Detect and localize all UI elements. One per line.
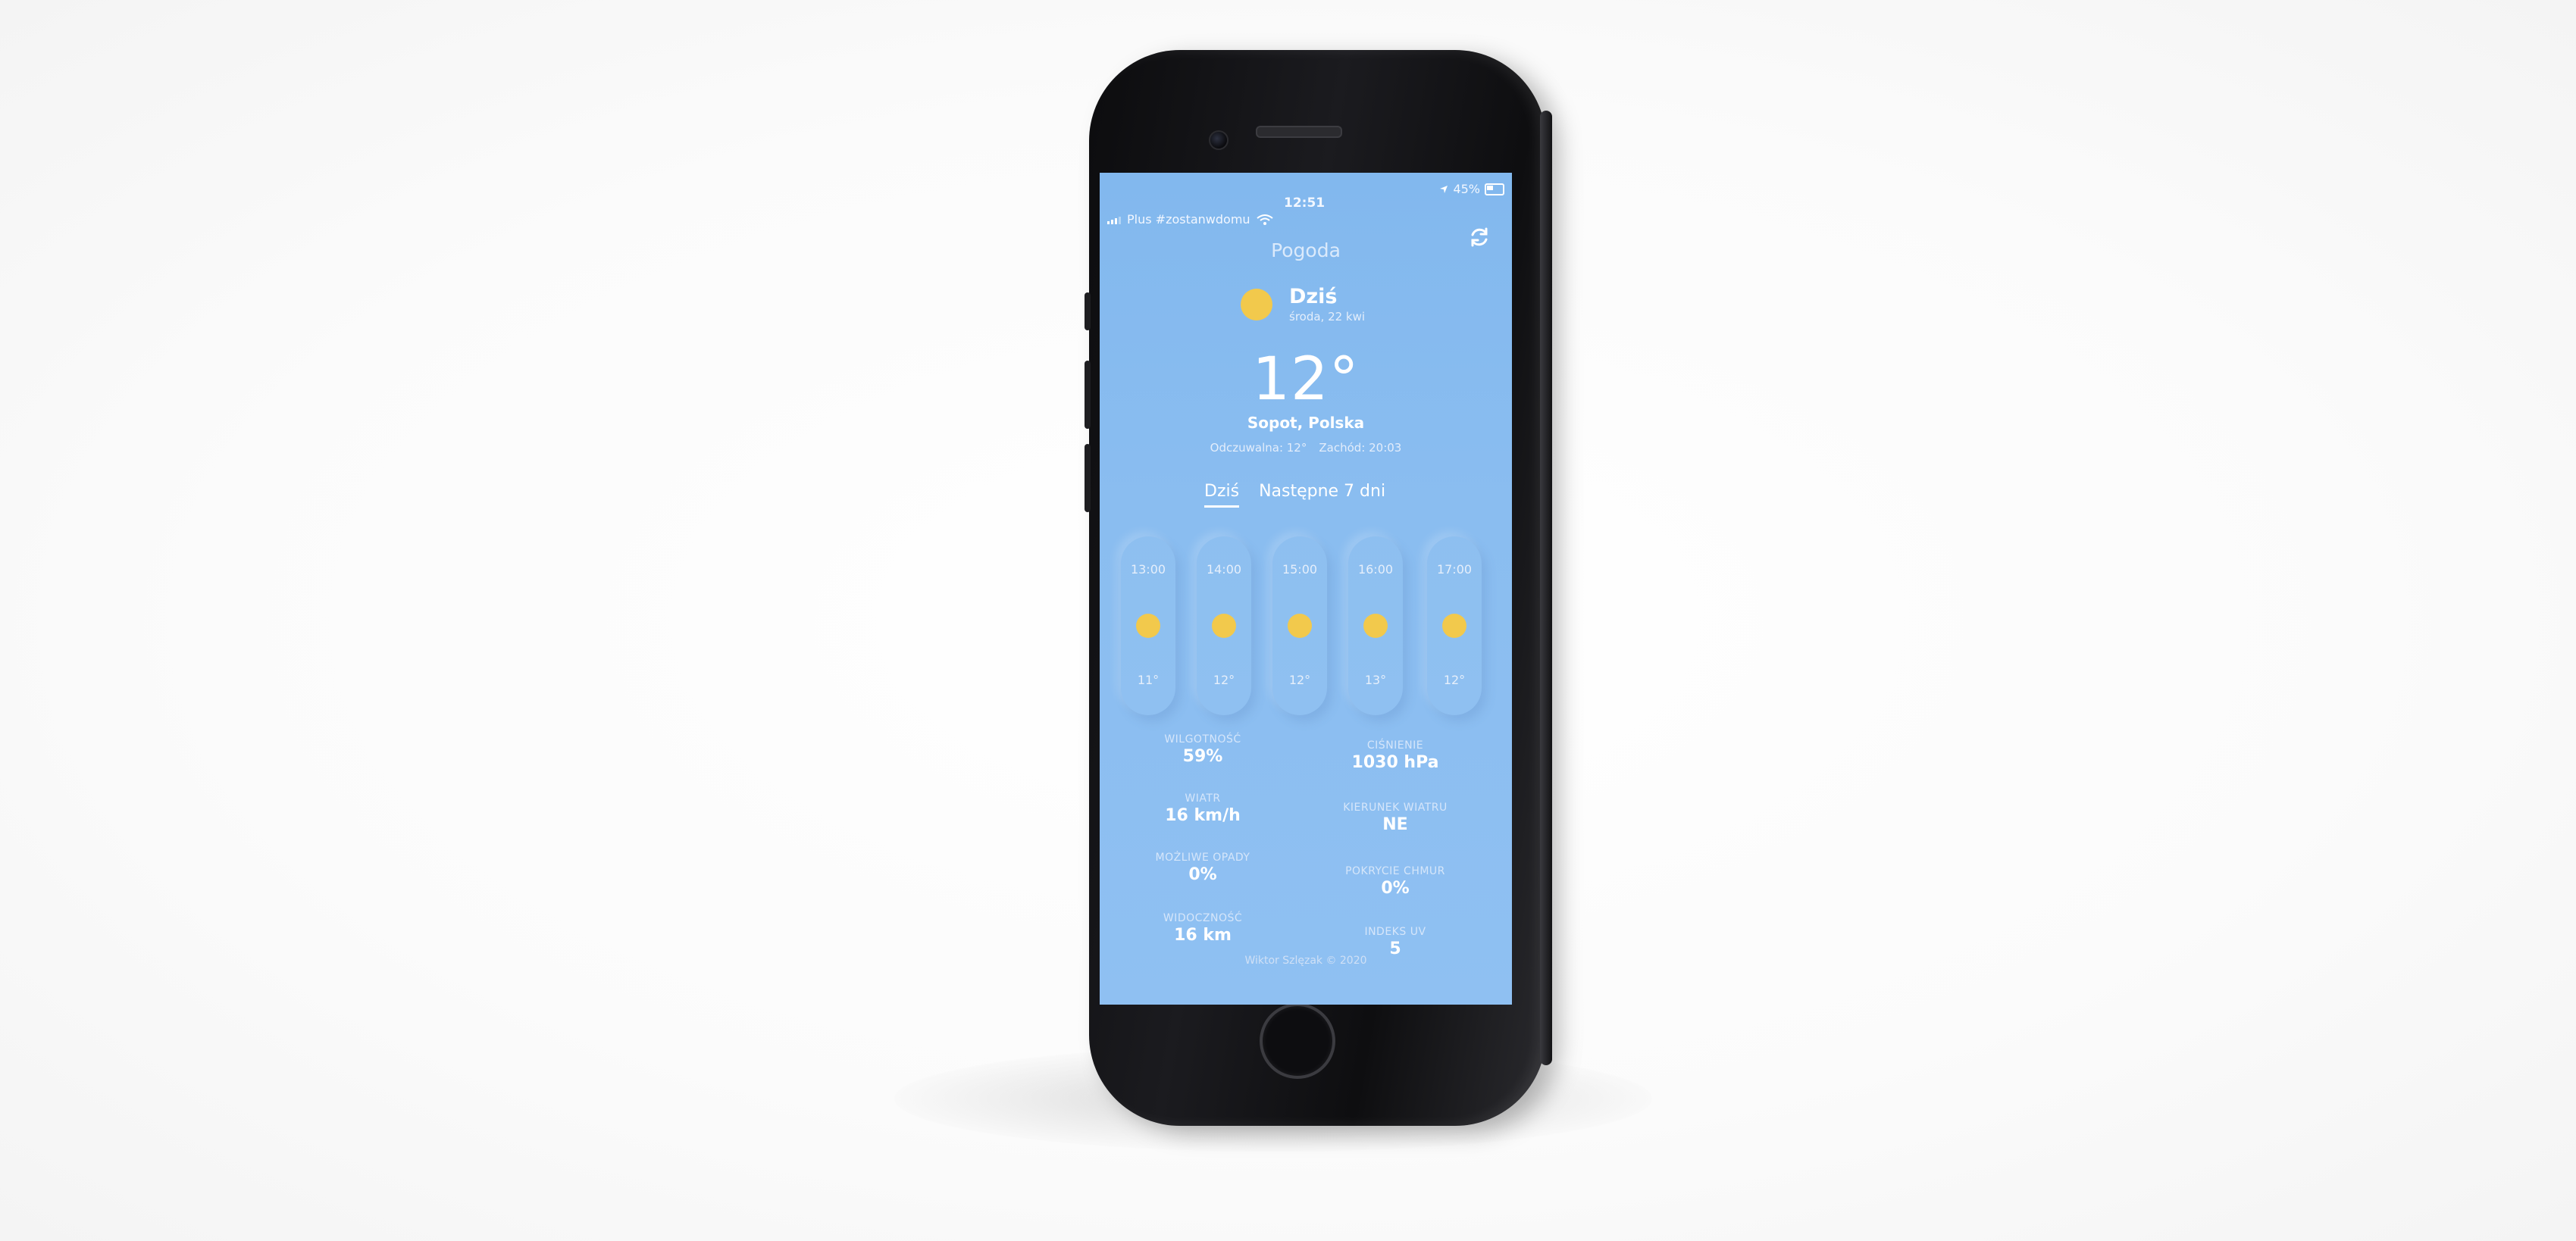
hourly-forecast: 13:00 11° 14:00 12° 15:00 12° 16:00 13° … — [1121, 536, 1500, 715]
location-arrow-icon — [1440, 185, 1448, 193]
volume-up-button — [1085, 361, 1091, 429]
signal-icon — [1107, 215, 1121, 224]
today-header: Dziś środa, 22 kwi — [1241, 285, 1365, 324]
battery-icon — [1485, 183, 1504, 195]
device-scene: Plus #zostanwdomu 12:51 45% Pogoda Dziś … — [0, 0, 2576, 1241]
earpiece-speaker — [1256, 126, 1342, 138]
stat-value: 1030 hPa — [1351, 753, 1439, 772]
hour-temp: 13° — [1364, 673, 1387, 687]
hour-temp: 12° — [1288, 673, 1311, 687]
refresh-icon[interactable] — [1466, 224, 1492, 250]
stat-label: KIERUNEK WIATRU — [1343, 802, 1448, 814]
sunset-time: Zachód: 20:03 — [1319, 441, 1402, 455]
hour-temp: 11° — [1137, 673, 1160, 687]
location-label: Sopot, Polska — [1247, 414, 1365, 432]
stat-label: INDEKS UV — [1364, 926, 1426, 938]
tab-next-7-days[interactable]: Następne 7 dni — [1259, 482, 1385, 508]
hour-time: 15:00 — [1282, 562, 1318, 577]
wifi-icon — [1256, 214, 1273, 225]
sun-icon — [1442, 614, 1466, 638]
stat-value: 16 km/h — [1165, 806, 1241, 825]
stat-value: 0% — [1381, 879, 1410, 898]
today-text: Dziś środa, 22 kwi — [1289, 285, 1365, 324]
phone-side-edge — [1540, 111, 1552, 1065]
sun-icon — [1363, 614, 1388, 638]
status-time: 12:51 — [1284, 195, 1326, 211]
hour-time: 17:00 — [1436, 562, 1473, 577]
hour-card[interactable]: 16:00 13° — [1348, 536, 1403, 715]
volume-down-button — [1085, 444, 1091, 512]
feels-like: Odczuwalna: 12° — [1210, 441, 1307, 455]
status-left: Plus #zostanwdomu — [1107, 212, 1273, 227]
battery-percent: 45% — [1453, 182, 1480, 196]
stat-cloud-cover: POKRYCIE CHMUR 0% — [1319, 865, 1471, 898]
status-bar: Plus #zostanwdomu 12:51 45% — [1100, 173, 1512, 227]
hour-card[interactable]: 14:00 12° — [1197, 536, 1251, 715]
sun-icon — [1241, 288, 1272, 320]
tab-today[interactable]: Dziś — [1204, 482, 1240, 508]
hour-time: 14:00 — [1206, 562, 1242, 577]
hour-card[interactable]: 17:00 12° — [1427, 536, 1482, 715]
status-right: 45% — [1439, 182, 1504, 196]
stat-label: WIDOCZNOŚĆ — [1163, 912, 1243, 924]
stat-uv-index: INDEKS UV 5 — [1319, 926, 1471, 958]
stat-label: WIATR — [1185, 792, 1221, 805]
hour-temp: 12° — [1443, 673, 1466, 687]
stat-humidity: WILGOTNOŚĆ 59% — [1127, 733, 1279, 766]
hour-card[interactable]: 15:00 12° — [1272, 536, 1327, 715]
stat-value: 16 km — [1174, 926, 1232, 945]
hour-time: 13:00 — [1130, 562, 1166, 577]
stat-precipitation: MOŻLIWE OPADY 0% — [1127, 852, 1279, 884]
feels-and-sunset: Odczuwalna: 12° Zachód: 20:03 — [1100, 441, 1512, 455]
stat-pressure: CIŚNIENIE 1030 hPa — [1319, 739, 1471, 772]
stat-label: CIŚNIENIE — [1366, 739, 1424, 752]
footer-credit: Wiktor Szlęzak © 2020 — [1244, 955, 1367, 967]
front-camera — [1209, 130, 1229, 150]
weather-app-screen: Plus #zostanwdomu 12:51 45% Pogoda Dziś … — [1100, 173, 1512, 1005]
stat-value: 0% — [1188, 865, 1217, 884]
sun-icon — [1136, 614, 1160, 638]
forecast-tabs: Dziś Następne 7 dni — [1204, 482, 1385, 508]
sun-icon — [1288, 614, 1312, 638]
stat-value: NE — [1382, 815, 1408, 834]
app-title: Pogoda — [1271, 239, 1341, 261]
hour-time: 16:00 — [1357, 562, 1394, 577]
current-temperature: 12° — [1252, 345, 1360, 414]
stat-wind-direction: KIERUNEK WIATRU NE — [1319, 802, 1471, 834]
stat-label: WILGOTNOŚĆ — [1164, 733, 1241, 746]
stat-label: MOŻLIWE OPADY — [1155, 852, 1250, 864]
hour-card[interactable]: 13:00 11° — [1121, 536, 1175, 715]
stat-visibility: WIDOCZNOŚĆ 16 km — [1127, 912, 1279, 945]
today-date: środa, 22 kwi — [1289, 310, 1366, 324]
stat-value: 59% — [1182, 747, 1223, 766]
stat-label: POKRYCIE CHMUR — [1345, 865, 1445, 877]
today-day-label: Dziś — [1289, 285, 1338, 308]
carrier-label: Plus #zostanwdomu — [1127, 212, 1250, 227]
sun-icon — [1212, 614, 1236, 638]
stat-wind: WIATR 16 km/h — [1127, 792, 1279, 825]
mute-switch — [1085, 292, 1091, 330]
home-button[interactable] — [1260, 1003, 1335, 1079]
hour-temp: 12° — [1213, 673, 1235, 687]
